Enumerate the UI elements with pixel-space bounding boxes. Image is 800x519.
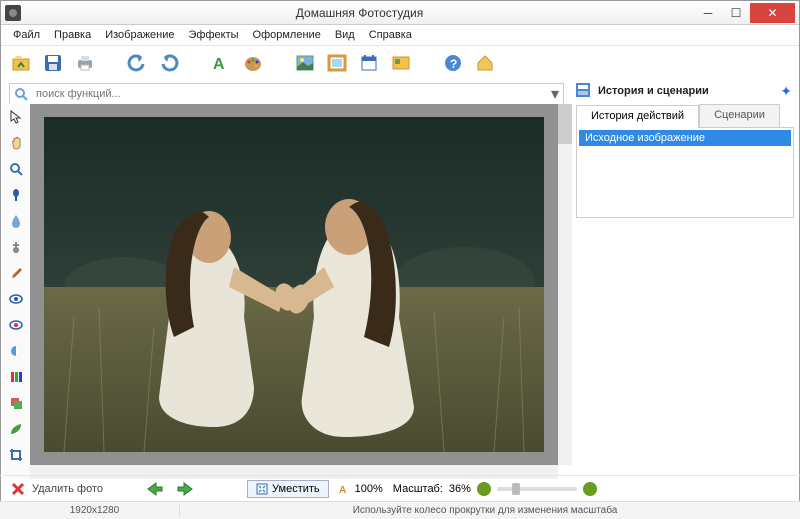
levels-icon[interactable]	[7, 368, 25, 386]
menubar: Файл Правка Изображение Эффекты Оформлен…	[1, 25, 799, 45]
delete-photo-button[interactable]: Удалить фото	[10, 481, 103, 497]
minimize-button[interactable]: ─	[694, 3, 722, 23]
fit-label: Уместить	[272, 483, 320, 495]
titlebar: Домашняя Фотостудия ─ ☐ ✕	[1, 1, 799, 25]
close-button[interactable]: ✕	[750, 3, 795, 23]
svg-text:A: A	[339, 485, 346, 495]
canvas-background	[30, 104, 558, 465]
zoom-100-label: 100%	[355, 483, 383, 495]
menu-edit[interactable]: Правка	[48, 27, 97, 43]
eye-icon[interactable]	[7, 290, 25, 308]
zoom-in-icon[interactable]	[583, 482, 597, 496]
calendar-icon[interactable]	[357, 51, 381, 75]
search-dropdown-icon[interactable]: ▾	[547, 84, 563, 104]
expand-icon[interactable]: ✦	[780, 83, 792, 100]
delete-photo-label: Удалить фото	[32, 483, 103, 495]
blur-icon[interactable]	[7, 212, 25, 230]
tab-scenarios[interactable]: Сценарии	[699, 104, 780, 127]
layers-icon[interactable]	[7, 394, 25, 412]
menu-design[interactable]: Оформление	[247, 27, 327, 43]
dropper-icon[interactable]	[7, 186, 25, 204]
leaf-icon[interactable]	[7, 420, 25, 438]
vertical-scrollbar[interactable]	[558, 104, 572, 465]
tab-history[interactable]: История действий	[576, 105, 699, 128]
svg-text:?: ?	[450, 57, 457, 71]
app-icon	[5, 5, 21, 21]
main-toolbar: A ?	[1, 45, 799, 79]
redo-icon[interactable]	[157, 51, 181, 75]
menu-view[interactable]: Вид	[329, 27, 361, 43]
text-icon[interactable]: A	[209, 51, 233, 75]
search-box: ▾	[9, 83, 564, 105]
open-icon[interactable]	[9, 51, 33, 75]
hand-icon[interactable]	[7, 134, 25, 152]
lighten-icon[interactable]	[7, 342, 25, 360]
right-tabs: История действий Сценарии	[576, 104, 794, 128]
status-hint: Используйте колесо прокрутки для изменен…	[180, 505, 790, 516]
left-toolbar	[2, 104, 30, 479]
svg-text:A: A	[213, 56, 225, 73]
card-icon[interactable]	[389, 51, 413, 75]
pointer-icon[interactable]	[7, 108, 25, 126]
search-icon	[10, 87, 32, 101]
save-icon[interactable]	[41, 51, 65, 75]
fit-button[interactable]: Уместить	[247, 480, 329, 498]
menu-effects[interactable]: Эффекты	[183, 27, 245, 43]
window-title: Домашняя Фотостудия	[25, 6, 694, 20]
zoom-100-button[interactable]: A 100%	[339, 483, 383, 495]
canvas-area	[30, 104, 572, 479]
prev-arrow-icon[interactable]	[143, 478, 165, 500]
help-icon[interactable]: ?	[441, 51, 465, 75]
status-bar: 1920x1280 Используйте колесо прокрутки д…	[0, 501, 800, 519]
photo-canvas[interactable]	[44, 117, 544, 452]
right-panel-title: История и сценарии	[598, 85, 780, 97]
right-panel-header: История и сценарии ✦	[576, 80, 792, 102]
scale-value: 36%	[449, 483, 471, 495]
history-item[interactable]: Исходное изображение	[579, 130, 791, 146]
zoom-controls: Масштаб: 36%	[393, 482, 597, 496]
maximize-button[interactable]: ☐	[722, 3, 750, 23]
undo-icon[interactable]	[125, 51, 149, 75]
brush-icon[interactable]	[7, 264, 25, 282]
main-body: История действий Сценарии Исходное изобр…	[2, 104, 798, 479]
picture-icon[interactable]	[293, 51, 317, 75]
menu-file[interactable]: Файл	[7, 27, 46, 43]
zoom-out-icon[interactable]	[477, 482, 491, 496]
home-icon[interactable]	[473, 51, 497, 75]
bottom-toolbar: Удалить фото Уместить A 100% Масштаб: 36…	[0, 475, 800, 501]
zoom-icon[interactable]	[7, 160, 25, 178]
print-icon[interactable]	[73, 51, 97, 75]
menu-help[interactable]: Справка	[363, 27, 418, 43]
scale-label: Масштаб:	[393, 483, 443, 495]
status-dimensions: 1920x1280	[10, 505, 180, 516]
zoom-slider[interactable]	[497, 487, 577, 491]
next-arrow-icon[interactable]	[175, 478, 197, 500]
redeye-icon[interactable]	[7, 316, 25, 334]
history-list: Исходное изображение	[576, 128, 794, 218]
clone-icon[interactable]	[7, 238, 25, 256]
menu-image[interactable]: Изображение	[99, 27, 180, 43]
frame-icon[interactable]	[325, 51, 349, 75]
palette-icon[interactable]	[241, 51, 265, 75]
history-panel-icon	[576, 83, 592, 99]
search-input[interactable]	[32, 88, 547, 100]
crop-icon[interactable]	[7, 446, 25, 464]
right-panel: История действий Сценарии Исходное изобр…	[572, 104, 798, 479]
